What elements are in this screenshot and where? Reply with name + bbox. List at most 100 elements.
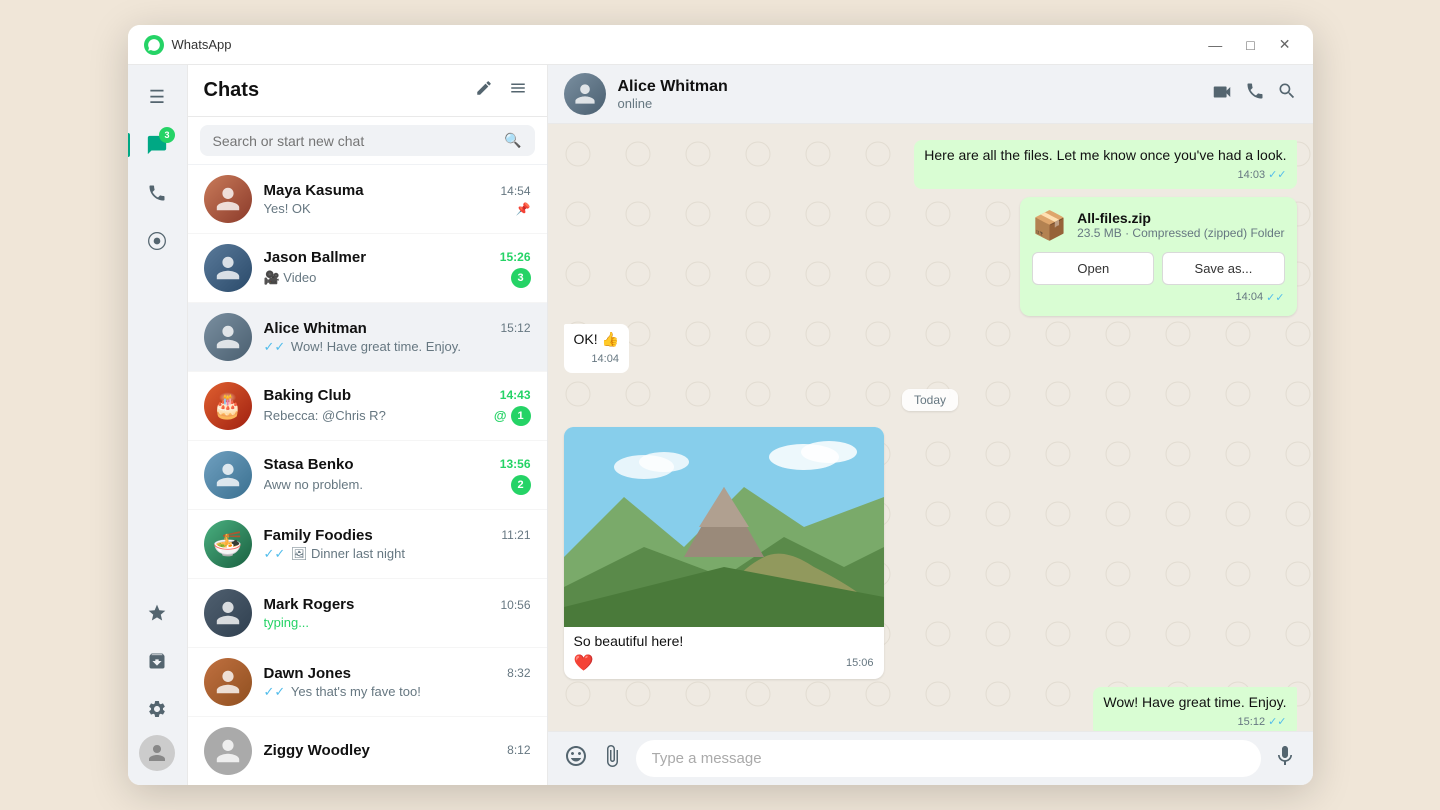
chat-name-stasa: Stasa Benko [264, 456, 354, 473]
msg-m5: Wow! Have great time. Enjoy. 15:12 ✓✓ [564, 687, 1297, 731]
video-call-icon[interactable] [1211, 81, 1233, 108]
zip-file-icon: 📦 [1032, 209, 1067, 242]
search-icon: 🔍 [504, 132, 521, 149]
chat-item-mark[interactable]: Mark Rogers 10:56 typing... [188, 579, 547, 648]
search-box: 🔍 [188, 117, 547, 165]
bubble-tick-m5: ✓✓ [1268, 715, 1286, 730]
sidebar-nav: ☰ 3 [128, 65, 188, 785]
avatar-maya [204, 175, 252, 223]
mountain-image [564, 427, 884, 627]
nav-phone-icon[interactable] [135, 171, 179, 215]
bubble-tick-m2: ✓✓ [1266, 291, 1284, 304]
emoji-icon[interactable] [564, 744, 588, 774]
chat-header-status: online [618, 96, 1199, 111]
file-details: All-files.zip 23.5 MB · Compressed (zipp… [1077, 210, 1284, 240]
chat-item-jason[interactable]: Jason Ballmer 15:26 🎥 Video 3 [188, 234, 547, 303]
chat-messages: Here are all the files. Let me know once… [548, 124, 1313, 731]
save-file-button[interactable]: Save as... [1162, 252, 1284, 285]
bubble-m4: So beautiful here! ❤️ 15:06 [564, 427, 884, 679]
avatar-stasa [204, 451, 252, 499]
open-file-button[interactable]: Open [1032, 252, 1154, 285]
chat-time-jason: 15:26 [500, 250, 531, 264]
nav-chats-icon[interactable]: 3 [135, 123, 179, 167]
chat-name-maya: Maya Kasuma [264, 182, 364, 199]
chat-search-icon[interactable] [1277, 81, 1297, 108]
chat-name-family: Family Foodies [264, 527, 373, 544]
nav-settings-icon[interactable] [135, 687, 179, 731]
chat-input-bar [548, 731, 1313, 785]
chat-info-mark: Mark Rogers 10:56 typing... [264, 596, 531, 630]
chat-list: Maya Kasuma 14:54 Yes! OK 📌 [188, 165, 547, 785]
chat-name-alice: Alice Whitman [264, 320, 367, 337]
chat-header-name: Alice Whitman [618, 78, 1199, 96]
chat-name-dawn: Dawn Jones [264, 665, 352, 682]
chat-preview-family: ✓✓ 🖼 Dinner last night [264, 546, 531, 562]
nav-starred-icon[interactable] [135, 591, 179, 635]
minimize-button[interactable]: — [1202, 34, 1228, 55]
chat-info-jason: Jason Ballmer 15:26 🎥 Video 3 [264, 249, 531, 288]
chat-info-family: Family Foodies 11:21 ✓✓ 🖼 Dinner last ni… [264, 527, 531, 562]
chat-item-maya[interactable]: Maya Kasuma 14:54 Yes! OK 📌 [188, 165, 547, 234]
chat-options-button[interactable] [505, 75, 531, 106]
voice-call-icon[interactable] [1245, 81, 1265, 108]
chat-header-avatar[interactable] [564, 73, 606, 115]
chat-preview-dawn: ✓✓ Yes that's my fave too! [264, 684, 531, 700]
avatar-baking: 🎂 [204, 382, 252, 430]
chat-item-ziggy[interactable]: Ziggy Woodley 8:12 [188, 717, 547, 785]
chat-time-dawn: 8:32 [507, 666, 530, 680]
chat-time-mark: 10:56 [500, 598, 530, 612]
search-input[interactable] [213, 133, 505, 149]
today-label: Today [902, 389, 958, 411]
search-input-wrap: 🔍 [200, 125, 535, 156]
chat-header-info[interactable]: Alice Whitman online [618, 78, 1199, 111]
chat-item-family[interactable]: 🍜 Family Foodies 11:21 ✓✓ 🖼 Dinner last … [188, 510, 547, 579]
chat-preview-maya: Yes! OK [264, 201, 516, 216]
nav-profile-avatar[interactable] [139, 735, 175, 771]
avatar-alice [204, 313, 252, 361]
bubble-m5: Wow! Have great time. Enjoy. 15:12 ✓✓ [1093, 687, 1296, 731]
chat-item-baking[interactable]: 🎂 Baking Club 14:43 Rebecca: @Chris R? @… [188, 372, 547, 441]
unread-badge-baking: 1 [511, 406, 531, 426]
chat-preview-alice: ✓✓ Wow! Have great time. Enjoy. [264, 339, 531, 355]
app-body: ☰ 3 [128, 65, 1313, 785]
attach-icon[interactable] [600, 744, 624, 774]
mic-icon[interactable] [1273, 744, 1297, 774]
msg-m2: 📦 All-files.zip 23.5 MB · Compressed (zi… [564, 197, 1297, 316]
app-title: WhatsApp [172, 37, 1203, 52]
nav-status-icon[interactable] [135, 219, 179, 263]
avatar-ziggy [204, 727, 252, 775]
chat-item-alice[interactable]: Alice Whitman 15:12 ✓✓ Wow! Have great t… [188, 303, 547, 372]
chat-info-dawn: Dawn Jones 8:32 ✓✓ Yes that's my fave to… [264, 665, 531, 700]
file-name: All-files.zip [1077, 210, 1284, 226]
img-footer: ❤️ 15:06 [564, 653, 884, 679]
chat-panel-icons [471, 75, 531, 106]
file-info: 📦 All-files.zip 23.5 MB · Compressed (zi… [1032, 209, 1284, 242]
msg-m3: OK! 👍 14:04 [564, 324, 1297, 373]
chat-preview-stasa: Aww no problem. [264, 477, 511, 492]
chat-header: Alice Whitman online [548, 65, 1313, 124]
chat-item-dawn[interactable]: Dawn Jones 8:32 ✓✓ Yes that's my fave to… [188, 648, 547, 717]
bubble-m1: Here are all the files. Let me know once… [914, 140, 1296, 189]
today-divider: Today [564, 389, 1297, 411]
bubble-time-m3: 14:04 [591, 352, 619, 367]
maximize-button[interactable]: □ [1240, 34, 1260, 55]
chat-item-stasa[interactable]: Stasa Benko 13:56 Aww no problem. 2 [188, 441, 547, 510]
bubble-tick-m1: ✓✓ [1268, 168, 1286, 183]
chat-preview-jason: 🎥 Video [264, 270, 511, 286]
chat-header-icons [1211, 81, 1297, 108]
chat-preview-baking: Rebecca: @Chris R? [264, 408, 494, 423]
new-chat-button[interactable] [471, 75, 497, 106]
nav-archive-icon[interactable] [135, 639, 179, 683]
heart-reaction[interactable]: ❤️ [574, 653, 594, 673]
chat-area: Alice Whitman online [548, 65, 1313, 785]
title-bar: WhatsApp — □ ✕ [128, 25, 1313, 65]
bubble-time-m5: 15:12 [1238, 715, 1266, 730]
close-button[interactable]: ✕ [1273, 34, 1297, 55]
chat-panel-header: Chats [188, 65, 547, 117]
file-actions: Open Save as... [1032, 252, 1284, 285]
chat-time-stasa: 13:56 [500, 457, 531, 471]
bubble-text-m5: Wow! Have great time. Enjoy. [1103, 694, 1286, 710]
nav-menu-icon[interactable]: ☰ [135, 75, 179, 119]
chat-info-ziggy: Ziggy Woodley 8:12 [264, 742, 531, 761]
message-input[interactable] [636, 740, 1261, 777]
